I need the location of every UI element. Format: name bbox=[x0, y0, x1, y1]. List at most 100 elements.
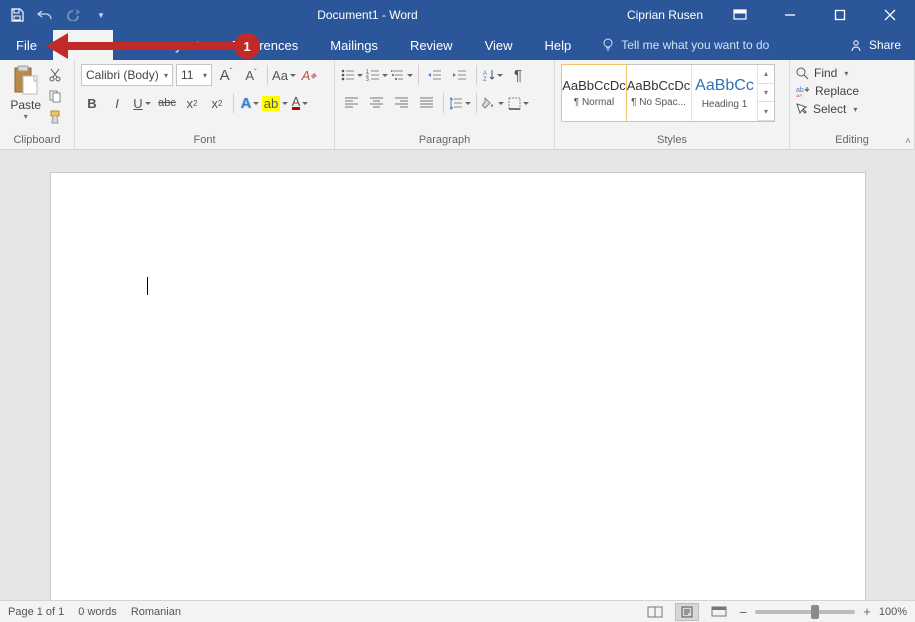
tab-mailings[interactable]: Mailings bbox=[314, 30, 394, 60]
title-right: Ciprian Rusen bbox=[617, 0, 915, 30]
tab-file[interactable]: File bbox=[0, 30, 53, 60]
title-bar: ▾ Document1 - Word Ciprian Rusen bbox=[0, 0, 915, 30]
align-center-icon[interactable] bbox=[366, 92, 388, 114]
search-icon bbox=[796, 67, 809, 80]
font-name-combo[interactable]: Calibri (Body)▾ bbox=[81, 64, 173, 86]
collapse-ribbon-icon[interactable]: ˄ bbox=[905, 136, 911, 147]
group-label: Font bbox=[75, 132, 334, 149]
replace-icon: abac bbox=[796, 85, 810, 97]
styles-gallery[interactable]: AaBbCcDc ¶ Normal AaBbCcDc ¶ No Spac... … bbox=[561, 64, 775, 122]
group-label: Styles bbox=[555, 132, 789, 149]
clipboard-icon bbox=[12, 64, 40, 98]
print-layout-icon[interactable] bbox=[675, 603, 699, 621]
tab-review[interactable]: Review bbox=[394, 30, 469, 60]
share-button[interactable]: Share bbox=[836, 30, 915, 60]
bold-button[interactable]: B bbox=[81, 92, 103, 114]
group-editing: Find▾ abac Replace Select▾ Editing bbox=[790, 60, 915, 149]
bullets-icon[interactable] bbox=[341, 64, 363, 86]
change-case-icon[interactable]: Aa bbox=[273, 64, 295, 86]
decrease-indent-icon[interactable] bbox=[424, 64, 446, 86]
read-mode-icon[interactable] bbox=[643, 603, 667, 621]
copy-icon[interactable] bbox=[45, 87, 65, 105]
justify-icon[interactable] bbox=[416, 92, 438, 114]
select-button[interactable]: Select▾ bbox=[796, 102, 859, 116]
undo-icon[interactable] bbox=[32, 2, 58, 28]
ribbon-tabs: File ayout References Mailings Review Vi… bbox=[0, 30, 915, 60]
style-normal[interactable]: AaBbCcDc ¶ Normal bbox=[561, 64, 627, 122]
borders-icon[interactable] bbox=[507, 92, 529, 114]
group-styles: AaBbCcDc ¶ Normal AaBbCcDc ¶ No Spac... … bbox=[555, 60, 790, 149]
redo-icon[interactable] bbox=[60, 2, 86, 28]
align-left-icon[interactable] bbox=[341, 92, 363, 114]
highlight-icon[interactable]: ab bbox=[264, 92, 286, 114]
group-font: Calibri (Body)▾ 11▾ Aˆ Aˇ Aa A◆ B I U ab… bbox=[75, 60, 335, 149]
language-indicator[interactable]: Romanian bbox=[131, 606, 181, 618]
ribbon-display-icon[interactable] bbox=[717, 0, 763, 30]
group-clipboard: Paste ▾ Clipboard bbox=[0, 60, 75, 149]
group-label: Editing bbox=[790, 132, 914, 149]
font-color-icon[interactable]: A bbox=[289, 92, 311, 114]
underline-button[interactable]: U bbox=[131, 92, 153, 114]
tab-layout[interactable]: ayout bbox=[113, 30, 216, 60]
tab-references[interactable]: References bbox=[216, 30, 314, 60]
svg-text:ab: ab bbox=[796, 87, 804, 94]
shrink-font-icon[interactable]: Aˇ bbox=[240, 64, 262, 86]
tab-help[interactable]: Help bbox=[529, 30, 588, 60]
superscript-button[interactable]: x2 bbox=[206, 92, 228, 114]
status-bar: Page 1 of 1 0 words Romanian − + 100% bbox=[0, 600, 915, 622]
select-icon bbox=[796, 103, 808, 116]
line-spacing-icon[interactable] bbox=[449, 92, 471, 114]
word-count[interactable]: 0 words bbox=[78, 606, 117, 618]
format-painter-icon[interactable] bbox=[45, 108, 65, 126]
zoom-out-icon[interactable]: − bbox=[739, 604, 747, 620]
minimize-icon[interactable] bbox=[767, 0, 813, 30]
shading-icon[interactable] bbox=[482, 92, 504, 114]
style-no-spacing[interactable]: AaBbCcDc ¶ No Spac... bbox=[626, 65, 692, 121]
close-icon[interactable] bbox=[867, 0, 913, 30]
strikethrough-button[interactable]: abc bbox=[156, 92, 178, 114]
cut-icon[interactable] bbox=[45, 66, 65, 84]
group-paragraph: 123 AZ ¶ Paragraph bbox=[335, 60, 555, 149]
grow-font-icon[interactable]: Aˆ bbox=[215, 64, 237, 86]
document-workspace bbox=[0, 150, 915, 600]
qat-customize-icon[interactable]: ▾ bbox=[88, 2, 114, 28]
text-cursor bbox=[147, 277, 148, 295]
multilevel-list-icon[interactable] bbox=[391, 64, 413, 86]
quick-access-toolbar: ▾ bbox=[0, 2, 118, 28]
style-heading-1[interactable]: AaBbCc Heading 1 bbox=[692, 65, 758, 121]
user-name[interactable]: Ciprian Rusen bbox=[617, 8, 713, 22]
numbering-icon[interactable]: 123 bbox=[366, 64, 388, 86]
tab-home[interactable] bbox=[53, 30, 113, 60]
share-icon bbox=[850, 39, 863, 52]
zoom-slider[interactable] bbox=[755, 610, 855, 614]
zoom-level[interactable]: 100% bbox=[879, 606, 907, 618]
group-label: Paragraph bbox=[335, 132, 554, 149]
align-right-icon[interactable] bbox=[391, 92, 413, 114]
window-title: Document1 - Word bbox=[118, 8, 617, 22]
lightbulb-icon bbox=[601, 38, 615, 52]
show-marks-icon[interactable]: ¶ bbox=[507, 64, 529, 86]
tab-view[interactable]: View bbox=[469, 30, 529, 60]
svg-text:3: 3 bbox=[366, 77, 369, 81]
zoom-in-icon[interactable]: + bbox=[863, 604, 871, 619]
tell-me-search[interactable]: Tell me what you want to do bbox=[601, 30, 769, 60]
page-indicator[interactable]: Page 1 of 1 bbox=[8, 606, 64, 618]
sort-icon[interactable]: AZ bbox=[482, 64, 504, 86]
font-size-combo[interactable]: 11▾ bbox=[176, 64, 212, 86]
gallery-scroll[interactable]: ▴▾▾ bbox=[758, 65, 774, 121]
clear-formatting-icon[interactable]: A◆ bbox=[298, 64, 320, 86]
group-label: Clipboard bbox=[0, 132, 74, 149]
svg-text:ac: ac bbox=[796, 94, 802, 97]
document-page[interactable] bbox=[50, 172, 866, 600]
italic-button[interactable]: I bbox=[106, 92, 128, 114]
web-layout-icon[interactable] bbox=[707, 603, 731, 621]
replace-button[interactable]: abac Replace bbox=[796, 84, 859, 98]
increase-indent-icon[interactable] bbox=[449, 64, 471, 86]
text-effects-icon[interactable]: A bbox=[239, 92, 261, 114]
doc-name: Document1 bbox=[317, 8, 378, 22]
find-button[interactable]: Find▾ bbox=[796, 66, 859, 80]
subscript-button[interactable]: x2 bbox=[181, 92, 203, 114]
paste-button[interactable]: Paste ▾ bbox=[6, 64, 45, 121]
save-icon[interactable] bbox=[4, 2, 30, 28]
maximize-icon[interactable] bbox=[817, 0, 863, 30]
